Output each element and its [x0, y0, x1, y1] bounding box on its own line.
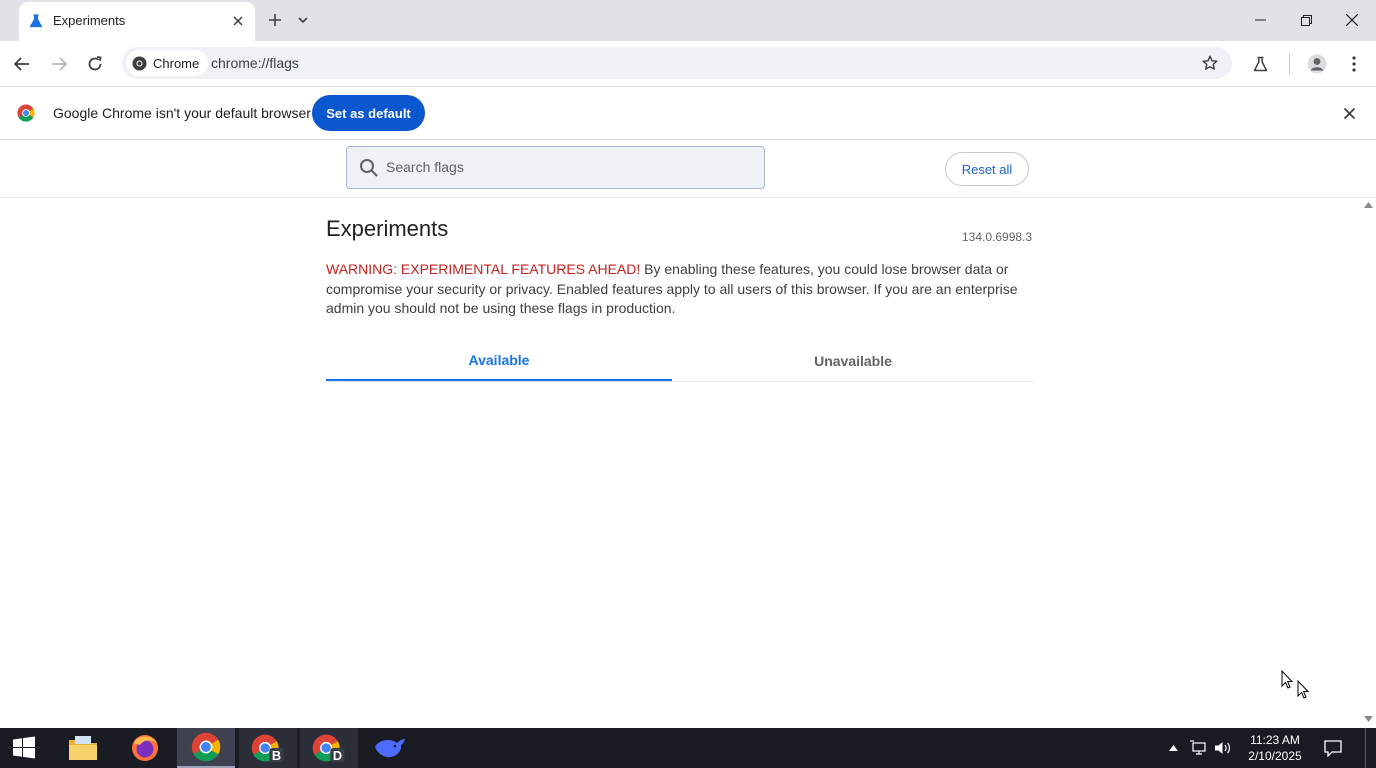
taskbar-file-explorer[interactable]	[54, 728, 112, 768]
labs-button[interactable]	[1247, 51, 1273, 77]
minimize-button[interactable]	[1240, 6, 1280, 34]
menu-button[interactable]	[1341, 51, 1367, 77]
back-button[interactable]	[9, 51, 35, 77]
network-tray-icon[interactable]	[1188, 738, 1210, 758]
tab-experiments[interactable]: Experiments	[19, 2, 255, 41]
svg-text:D: D	[333, 748, 342, 763]
set-as-default-button[interactable]: Set as default	[312, 95, 425, 131]
forward-button[interactable]	[46, 51, 72, 77]
reset-all-button[interactable]: Reset all	[945, 152, 1029, 186]
arrow-right-icon	[52, 57, 67, 71]
scrollbar[interactable]	[1361, 198, 1376, 728]
taskbar-chrome-profile-d[interactable]: D	[300, 728, 358, 768]
volume-tray-icon[interactable]	[1212, 738, 1234, 758]
chevron-down-icon	[298, 17, 308, 23]
mouse-cursor-icon	[1281, 670, 1310, 699]
version-label: 134.0.6998.3	[962, 230, 1033, 244]
action-center-button[interactable]	[1322, 738, 1344, 758]
chrome-logo-icon	[132, 55, 147, 71]
toolbar-divider	[1289, 54, 1290, 74]
taskbar-deepseek[interactable]	[361, 728, 419, 768]
infobar-message: Google Chrome isn't your default browser	[53, 105, 311, 121]
flask-icon	[1253, 56, 1267, 72]
tab-unavailable[interactable]: Unavailable	[680, 340, 1026, 381]
notification-icon	[1324, 739, 1342, 757]
warning-prefix: WARNING: EXPERIMENTAL FEATURES AHEAD!	[326, 261, 641, 277]
plus-icon	[269, 14, 281, 26]
flask-icon	[29, 14, 43, 28]
profile-button[interactable]	[1304, 51, 1330, 77]
chrome-profile-b-icon: B	[251, 734, 284, 763]
show-desktop-button[interactable]	[1365, 728, 1376, 768]
chrome-profile-d-icon: D	[312, 734, 345, 763]
chrome-icon	[191, 732, 221, 762]
tab-title: Experiments	[53, 13, 126, 28]
taskbar-clock[interactable]: 11:23 AM 2/10/2025	[1240, 732, 1310, 764]
tab-search-button[interactable]	[292, 9, 314, 31]
network-icon	[1190, 740, 1206, 755]
search-icon	[360, 159, 378, 177]
firefox-icon	[132, 735, 158, 761]
chip-label: Chrome	[153, 55, 200, 71]
close-icon	[1343, 107, 1355, 119]
more-vert-icon	[1352, 56, 1356, 72]
flags-tabs: Available Unavailable	[326, 340, 1034, 382]
chrome-logo-icon	[17, 104, 35, 122]
default-browser-infobar: Google Chrome isn't your default browser…	[0, 88, 1376, 140]
file-explorer-icon	[69, 736, 97, 760]
windows-logo-icon	[13, 736, 35, 759]
clock-time: 11:23 AM	[1250, 733, 1300, 747]
scroll-up-icon[interactable]	[1364, 201, 1373, 209]
start-button[interactable]	[0, 728, 48, 768]
taskbar-chrome[interactable]	[177, 728, 235, 768]
taskbar-chrome-profile-b[interactable]: B	[239, 728, 297, 768]
browser-toolbar: Chrome chrome://flags	[0, 41, 1376, 87]
close-window-button[interactable]	[1332, 6, 1372, 34]
search-flags-input[interactable]	[384, 155, 744, 179]
reload-icon	[88, 56, 102, 71]
tab-available[interactable]: Available	[326, 340, 672, 381]
warning-text: WARNING: EXPERIMENTAL FEATURES AHEAD! By…	[326, 260, 1034, 319]
arrow-left-icon	[14, 57, 29, 71]
speaker-icon	[1215, 742, 1230, 754]
tray-overflow-button[interactable]	[1166, 738, 1180, 758]
scroll-down-icon[interactable]	[1364, 715, 1373, 723]
chevron-up-icon	[1168, 745, 1178, 751]
search-flags-box[interactable]	[346, 146, 765, 189]
windows-taskbar: B D 11:23 AM 2/10/2025	[0, 728, 1376, 768]
tab-close-icon[interactable]	[229, 12, 247, 30]
address-bar[interactable]: Chrome chrome://flags	[122, 47, 1232, 79]
site-info-chip[interactable]: Chrome	[126, 50, 209, 76]
bookmark-button[interactable]	[1200, 53, 1220, 73]
tab-strip: Experiments	[0, 0, 1376, 41]
restore-button[interactable]	[1286, 6, 1326, 34]
clock-date: 2/10/2025	[1248, 749, 1302, 763]
close-icon	[1346, 14, 1358, 26]
infobar-close-button[interactable]	[1340, 104, 1358, 122]
deepseek-icon	[375, 739, 405, 758]
star-icon	[1202, 55, 1218, 70]
url-text[interactable]: chrome://flags	[211, 55, 299, 71]
restore-icon	[1300, 14, 1312, 26]
svg-text:B: B	[272, 748, 281, 763]
flags-header: Reset all	[0, 141, 1376, 198]
page-title: Experiments	[326, 216, 449, 241]
minimize-icon	[1254, 19, 1266, 21]
reload-button[interactable]	[82, 51, 108, 77]
new-tab-button[interactable]	[264, 9, 286, 31]
taskbar-firefox[interactable]	[116, 728, 174, 768]
avatar-icon	[1307, 54, 1327, 74]
